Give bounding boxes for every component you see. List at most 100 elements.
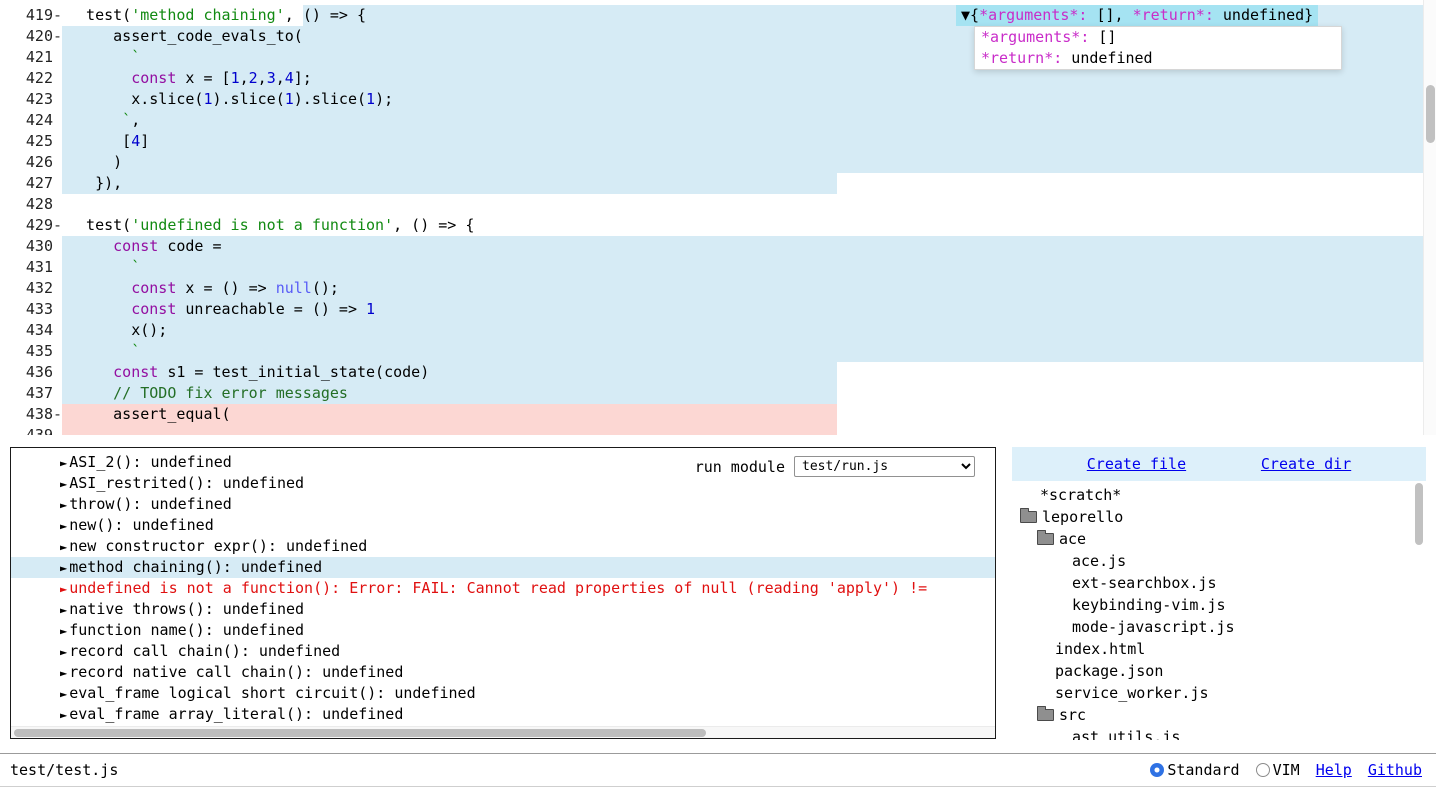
code-line-row[interactable]: 422 const x = [1,2,3,4]; (0, 68, 1436, 89)
line-number-gutter[interactable]: 432 (0, 278, 62, 299)
calltree-item[interactable]: ►new(): undefined (11, 515, 995, 536)
expand-arrow-icon[interactable]: ► (60, 582, 67, 596)
file-tree-item[interactable]: ast_utils.js (1012, 726, 1426, 740)
code-line-row[interactable]: 437 // TODO fix error messages (0, 383, 1436, 404)
file-tree-item[interactable]: *scratch* (1012, 484, 1426, 506)
fold-marker[interactable]: - (53, 404, 62, 425)
file-tree-item[interactable]: src (1012, 704, 1426, 726)
line-number-gutter[interactable]: 427 (0, 173, 62, 194)
line-number-gutter[interactable]: 434 (0, 320, 62, 341)
file-tree-item[interactable]: keybinding-vim.js (1012, 594, 1426, 616)
line-number-gutter[interactable]: 433 (0, 299, 62, 320)
editor-vertical-scrollbar[interactable] (1423, 0, 1436, 435)
code-line-row[interactable]: 439 (0, 425, 1436, 435)
radio-icon[interactable] (1256, 763, 1270, 777)
line-number-gutter[interactable]: 423 (0, 89, 62, 110)
scrollbar-thumb[interactable] (14, 729, 706, 737)
code-line-content[interactable]: ) (62, 152, 1436, 173)
line-number-gutter[interactable]: 435 (0, 341, 62, 362)
code-line-row[interactable]: 434 x(); (0, 320, 1436, 341)
expand-arrow-icon[interactable]: ► (60, 666, 67, 680)
calltree-item[interactable]: ►record native call chain(): undefined (11, 662, 995, 683)
code-line-content[interactable]: `, (62, 110, 1436, 131)
keybinding-option-vim[interactable]: VIM (1256, 761, 1300, 779)
line-number-gutter[interactable]: 424 (0, 110, 62, 131)
code-line-content[interactable]: [4] (62, 131, 1436, 152)
code-line-content[interactable] (62, 194, 1436, 215)
file-tree-item[interactable]: ext-searchbox.js (1012, 572, 1426, 594)
code-line-row[interactable]: 428 (0, 194, 1436, 215)
code-line-row[interactable]: 423 x.slice(1).slice(1).slice(1); (0, 89, 1436, 110)
line-number-gutter[interactable]: 437 (0, 383, 62, 404)
code-line-content[interactable]: x.slice(1).slice(1).slice(1); (62, 89, 1436, 110)
code-line-row[interactable]: 427 }), (0, 173, 1436, 194)
code-line-content[interactable]: test('undefined is not a function', () =… (62, 215, 1436, 236)
fold-marker[interactable]: - (53, 215, 62, 236)
code-line-row[interactable]: 438- assert_equal( (0, 404, 1436, 425)
line-number-gutter[interactable]: 426 (0, 152, 62, 173)
calltree-item[interactable]: ►eval_frame array_literal(): undefined (11, 704, 995, 725)
line-number-gutter[interactable]: 429- (0, 215, 62, 236)
expand-arrow-icon[interactable]: ► (60, 687, 67, 701)
file-tree-item[interactable]: ace.js (1012, 550, 1426, 572)
calltree-item[interactable]: ►method chaining(): undefined (11, 557, 995, 578)
file-tree-item[interactable]: leporello (1012, 506, 1426, 528)
line-number-gutter[interactable]: 421 (0, 47, 62, 68)
calltree-item[interactable]: ►undefined is not a function(): Error: F… (11, 578, 995, 599)
fold-marker[interactable]: - (53, 26, 62, 47)
expand-arrow-icon[interactable]: ► (60, 645, 67, 659)
code-line-row[interactable]: 426 ) (0, 152, 1436, 173)
code-line-row[interactable]: 429- test('undefined is not a function',… (0, 215, 1436, 236)
scrollbar-thumb[interactable] (1415, 483, 1423, 545)
code-line-row[interactable]: 430 const code = (0, 236, 1436, 257)
file-tree-item[interactable]: mode-javascript.js (1012, 616, 1426, 638)
file-tree-item[interactable]: index.html (1012, 638, 1426, 660)
code-line-content[interactable]: const unreachable = () => 1 (62, 299, 1436, 320)
scrollbar-thumb[interactable] (1426, 85, 1435, 143)
calltree-item[interactable]: ►native throws(): undefined (11, 599, 995, 620)
value-inspector-summary[interactable]: ▼{*arguments*: [], *return*: undefined} (956, 5, 1318, 26)
line-number-gutter[interactable]: 438- (0, 404, 62, 425)
code-line-content[interactable]: // TODO fix error messages (62, 383, 1436, 404)
help-link[interactable]: Help (1316, 761, 1352, 779)
line-number-gutter[interactable]: 425 (0, 131, 62, 152)
line-number-gutter[interactable]: 431 (0, 257, 62, 278)
code-line-row[interactable]: 432 const x = () => null(); (0, 278, 1436, 299)
calltree-item[interactable]: ►new constructor expr(): undefined (11, 536, 995, 557)
calltree-horizontal-scrollbar[interactable] (11, 726, 995, 738)
expand-arrow-icon[interactable]: ► (60, 708, 67, 722)
line-number-gutter[interactable]: 436 (0, 362, 62, 383)
create-file-link[interactable]: Create file (1087, 455, 1186, 473)
code-line-content[interactable]: ` (62, 341, 1436, 362)
code-line-row[interactable]: 433 const unreachable = () => 1 (0, 299, 1436, 320)
radio-icon[interactable] (1150, 763, 1164, 777)
calltree-item[interactable]: ►function name(): undefined (11, 620, 995, 641)
github-link[interactable]: Github (1368, 761, 1422, 779)
expand-arrow-icon[interactable]: ► (60, 456, 67, 470)
code-line-content[interactable]: }), (62, 173, 1436, 194)
code-line-content[interactable] (62, 425, 1436, 435)
line-number-gutter[interactable]: 428 (0, 194, 62, 215)
file-tree-item[interactable]: ace (1012, 528, 1426, 550)
file-tree-item[interactable]: package.json (1012, 660, 1426, 682)
expand-arrow-icon[interactable]: ► (60, 540, 67, 554)
files-vertical-scrollbar[interactable] (1415, 483, 1423, 733)
expand-arrow-icon[interactable]: ► (60, 561, 67, 575)
code-line-content[interactable]: x(); (62, 320, 1436, 341)
code-line-row[interactable]: 424 `, (0, 110, 1436, 131)
line-number-gutter[interactable]: 419- (0, 5, 62, 26)
line-number-gutter[interactable]: 439 (0, 425, 62, 435)
calltree-item[interactable]: ►throw(): undefined (11, 494, 995, 515)
code-line-content[interactable]: const s1 = test_initial_state(code) (62, 362, 1436, 383)
code-line-content[interactable]: ` (62, 257, 1436, 278)
code-line-content[interactable]: assert_equal( (62, 404, 1436, 425)
expand-arrow-icon[interactable]: ► (60, 498, 67, 512)
line-number-gutter[interactable]: 420- (0, 26, 62, 47)
code-line-content[interactable]: const x = [1,2,3,4]; (62, 68, 1436, 89)
code-line-row[interactable]: 436 const s1 = test_initial_state(code) (0, 362, 1436, 383)
calltree-item[interactable]: ►eval_frame logical short circuit(): und… (11, 683, 995, 704)
code-line-row[interactable]: 425 [4] (0, 131, 1436, 152)
create-dir-link[interactable]: Create dir (1261, 455, 1351, 473)
code-line-row[interactable]: 431 ` (0, 257, 1436, 278)
line-number-gutter[interactable]: 422 (0, 68, 62, 89)
